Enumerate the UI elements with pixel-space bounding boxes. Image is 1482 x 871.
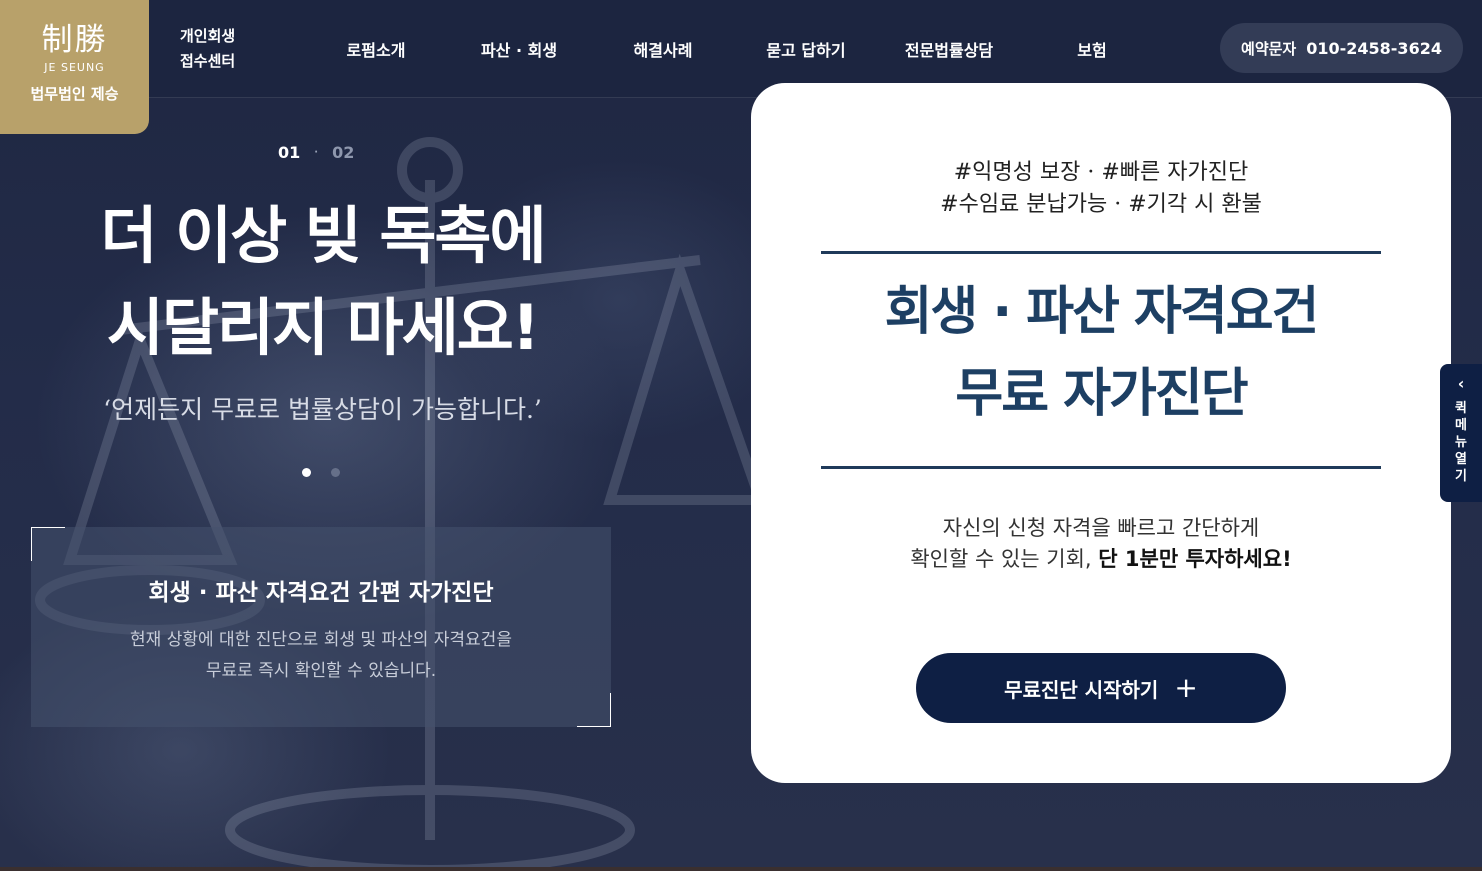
plus-icon: + (1174, 671, 1198, 704)
card-description: 자신의 신청 자격을 빠르고 간단하게 확인할 수 있는 기회, 단 1분만 투… (751, 513, 1451, 575)
nav-item-firm-intro[interactable]: 로펌소개 (316, 37, 436, 61)
slider-pagination (302, 468, 340, 477)
reserve-phone: 010-2458-3624 (1306, 38, 1442, 58)
hashtags: #익명성 보장 · #빠른 자가진단 #수임료 분납가능 · #기각 시 환불 (751, 157, 1451, 221)
chevron-left-icon: ‹ (1457, 374, 1465, 393)
start-free-diagnosis-button[interactable]: 무료진단 시작하기 + (916, 653, 1286, 723)
nav-item-cases[interactable]: 해결사례 (603, 37, 723, 61)
info-box-description: 현재 상황에 대한 진단으로 회생 및 파산의 자격요건을 무료로 즉시 확인할… (31, 625, 611, 687)
divider-top (821, 251, 1381, 254)
hero-subtitle: ‘언제든지 무료로 법률상담이 가능합니다.’ (103, 395, 542, 424)
card-desc-line2-prefix: 확인할 수 있는 기회, (910, 547, 1099, 571)
reserve-sms-button[interactable]: 예약문자 010-2458-3624 (1220, 23, 1463, 73)
nav-item-insurance[interactable]: 보험 (1032, 37, 1152, 61)
slide-current: 01 (278, 143, 301, 162)
slider-dot-1[interactable] (302, 468, 311, 477)
card-title-line1: 회생 · 파산 자격요건 (884, 282, 1320, 342)
reserve-label: 예약문자 (1241, 39, 1297, 58)
quick-menu-label: 퀵메뉴열기 (1455, 401, 1467, 484)
logo-english: JE SEUNG (44, 61, 105, 74)
card-desc-line1: 자신의 신청 자격을 빠르고 간단하게 (942, 516, 1260, 540)
start-button-label: 무료진단 시작하기 (1004, 677, 1159, 702)
nav-item-bankruptcy-rehab[interactable]: 파산 · 회생 (459, 37, 579, 61)
logo-korean: 법무법인 제승 (30, 85, 119, 103)
center-name-link[interactable]: 개인회생 접수센터 (180, 24, 235, 74)
corner-decoration-top-left (31, 527, 65, 561)
firm-logo[interactable]: 制勝 JE SEUNG 법무법인 제승 (0, 0, 149, 134)
slider-dot-2[interactable] (331, 468, 340, 477)
card-title: 회생 · 파산 자격요건 무료 자가진단 (751, 271, 1451, 435)
corner-decoration-bottom-right (577, 693, 611, 727)
center-name-line1: 개인회생 (180, 27, 236, 45)
hero-title: 더 이상 빚 독촉에 시달리지 마세요! (60, 190, 585, 374)
info-box-title: 회생 · 파산 자격요건 간편 자가진단 (148, 580, 494, 606)
slide-next[interactable]: 02 (332, 143, 354, 162)
logo-hanja: 制勝 (41, 22, 108, 58)
bottom-edge-strip (0, 867, 1482, 871)
divider-bottom (821, 466, 1381, 469)
info-desc-line1: 현재 상황에 대한 진단으로 회생 및 파산의 자격요건을 (130, 630, 512, 650)
self-diagnosis-info-box[interactable]: 회생 · 파산 자격요건 간편 자가진단 현재 상황에 대한 진단으로 회생 및… (31, 527, 611, 727)
hashtags-line1: #익명성 보장 · #빠른 자가진단 (953, 160, 1249, 185)
quick-menu-toggle[interactable]: ‹ 퀵메뉴열기 (1440, 364, 1482, 502)
card-title-line2: 무료 자가진단 (955, 364, 1248, 424)
card-desc-line2-bold: 단 1분만 투자하세요! (1098, 547, 1292, 571)
slide-counter: 01 · 02 (278, 143, 354, 162)
center-name-line2: 접수센터 (180, 52, 236, 70)
hero-title-line1: 더 이상 빚 독촉에 (100, 199, 546, 272)
hashtags-line2: #수임료 분납가능 · #기각 시 환불 (940, 192, 1262, 217)
self-diagnosis-card: #익명성 보장 · #빠른 자가진단 #수임료 분납가능 · #기각 시 환불 … (751, 83, 1451, 783)
info-desc-line2: 무료로 즉시 확인할 수 있습니다. (205, 661, 437, 681)
nav-item-qna[interactable]: 묻고 답하기 (746, 37, 866, 61)
card-desc-line2: 확인할 수 있는 기회, 단 1분만 투자하세요! (751, 544, 1451, 575)
slide-separator: · (314, 147, 319, 158)
hero-title-line2: 시달리지 마세요! (106, 291, 540, 364)
nav-item-legal-consult[interactable]: 전문법률상담 (889, 37, 1009, 61)
